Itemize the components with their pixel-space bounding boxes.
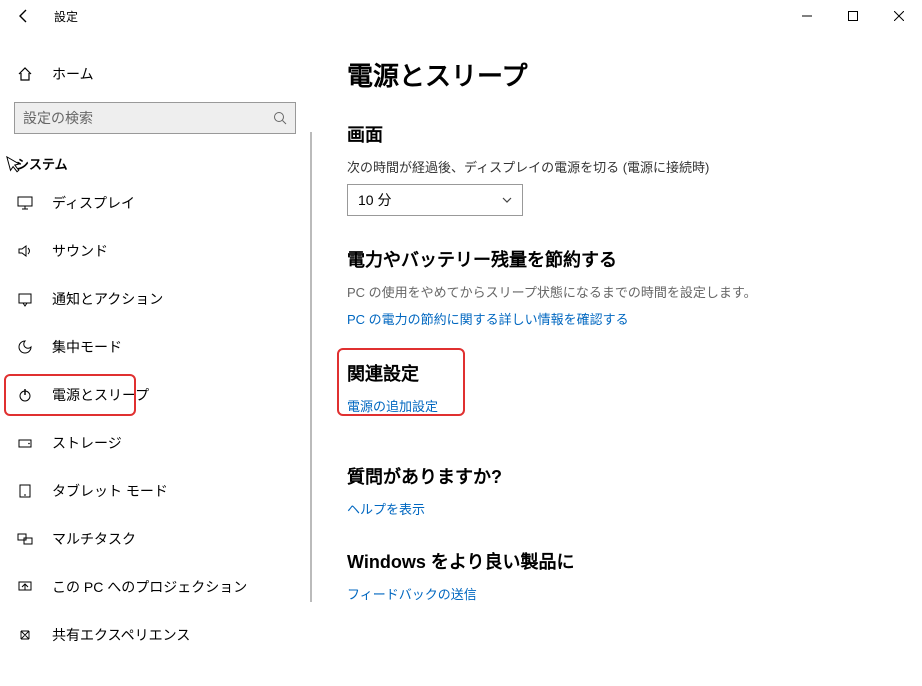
sidebar-item-focus[interactable]: 集中モード	[0, 323, 310, 371]
maximize-button[interactable]	[830, 0, 876, 32]
share-icon	[16, 627, 34, 643]
tablet-icon	[16, 483, 34, 499]
back-button[interactable]	[8, 0, 40, 32]
sidebar-item-label: マルチタスク	[52, 529, 136, 549]
titlebar: 設定	[0, 0, 922, 32]
sidebar-item-label: ディスプレイ	[52, 193, 135, 213]
section-related: 関連設定	[347, 360, 898, 386]
sidebar-item-storage[interactable]: ストレージ	[0, 419, 310, 467]
main-content: 電源とスリープ 画面 次の時間が経過後、ディスプレイの電源を切る (電源に接続時…	[310, 32, 922, 686]
select-value: 10 分	[358, 190, 391, 210]
sidebar-item-tablet[interactable]: タブレット モード	[0, 467, 310, 515]
display-icon	[16, 195, 34, 211]
window-title: 設定	[54, 8, 78, 25]
sidebar-item-label: タブレット モード	[52, 481, 168, 501]
sidebar: ホーム システム ディスプレイサウンド通知とアクション集中モード電源とスリープス…	[0, 32, 310, 686]
scroll-indicator	[310, 132, 312, 602]
sidebar-item-label: この PC へのプロジェクション	[52, 577, 247, 597]
sidebar-item-label: 集中モード	[52, 337, 122, 357]
save-power-link[interactable]: PC の電力の節約に関する詳しい情報を確認する	[347, 309, 898, 328]
sidebar-item-label: サウンド	[52, 241, 108, 261]
sidebar-item-notify[interactable]: 通知とアクション	[0, 275, 310, 323]
sidebar-item-sound[interactable]: サウンド	[0, 227, 310, 275]
focus-icon	[16, 339, 34, 355]
sidebar-item-multitask[interactable]: マルチタスク	[0, 515, 310, 563]
home-icon	[16, 66, 34, 82]
sidebar-group-label: システム	[0, 134, 310, 179]
sidebar-item-project[interactable]: この PC へのプロジェクション	[0, 563, 310, 611]
close-button[interactable]	[876, 0, 922, 32]
save-desc: PC の使用をやめてからスリープ状態になるまでの時間を設定します。	[347, 282, 898, 301]
section-screen: 画面	[347, 121, 898, 147]
related-link[interactable]: 電源の追加設定	[347, 396, 898, 415]
search-icon	[273, 111, 287, 125]
screen-timeout-select[interactable]: 10 分	[347, 184, 523, 216]
screen-desc: 次の時間が経過後、ディスプレイの電源を切る (電源に接続時)	[347, 157, 898, 176]
sidebar-home[interactable]: ホーム	[0, 54, 310, 94]
project-icon	[16, 579, 34, 595]
sidebar-item-label: ストレージ	[52, 433, 122, 453]
minimize-button[interactable]	[784, 0, 830, 32]
sidebar-home-label: ホーム	[52, 64, 94, 84]
power-icon	[16, 387, 34, 403]
window-controls	[784, 0, 922, 32]
search-box[interactable]	[14, 102, 296, 134]
section-help: 質問がありますか?	[347, 463, 898, 489]
multitask-icon	[16, 531, 34, 547]
sidebar-item-label: 電源とスリープ	[52, 385, 149, 405]
notify-icon	[16, 291, 34, 307]
feedback-link[interactable]: フィードバックの送信	[347, 584, 898, 603]
section-feedback: Windows をより良い製品に	[347, 548, 898, 574]
sidebar-item-label: 共有エクスペリエンス	[52, 625, 190, 645]
section-save: 電力やバッテリー残量を節約する	[347, 246, 898, 272]
help-link[interactable]: ヘルプを表示	[347, 499, 898, 518]
sidebar-item-label: 通知とアクション	[52, 289, 163, 309]
sidebar-item-power[interactable]: 電源とスリープ	[0, 371, 310, 419]
sidebar-item-display[interactable]: ディスプレイ	[0, 179, 310, 227]
storage-icon	[16, 435, 34, 451]
chevron-down-icon	[502, 197, 512, 203]
sound-icon	[16, 243, 34, 259]
sidebar-item-share[interactable]: 共有エクスペリエンス	[0, 611, 310, 659]
search-input[interactable]	[23, 110, 273, 126]
page-title: 電源とスリープ	[347, 56, 898, 93]
